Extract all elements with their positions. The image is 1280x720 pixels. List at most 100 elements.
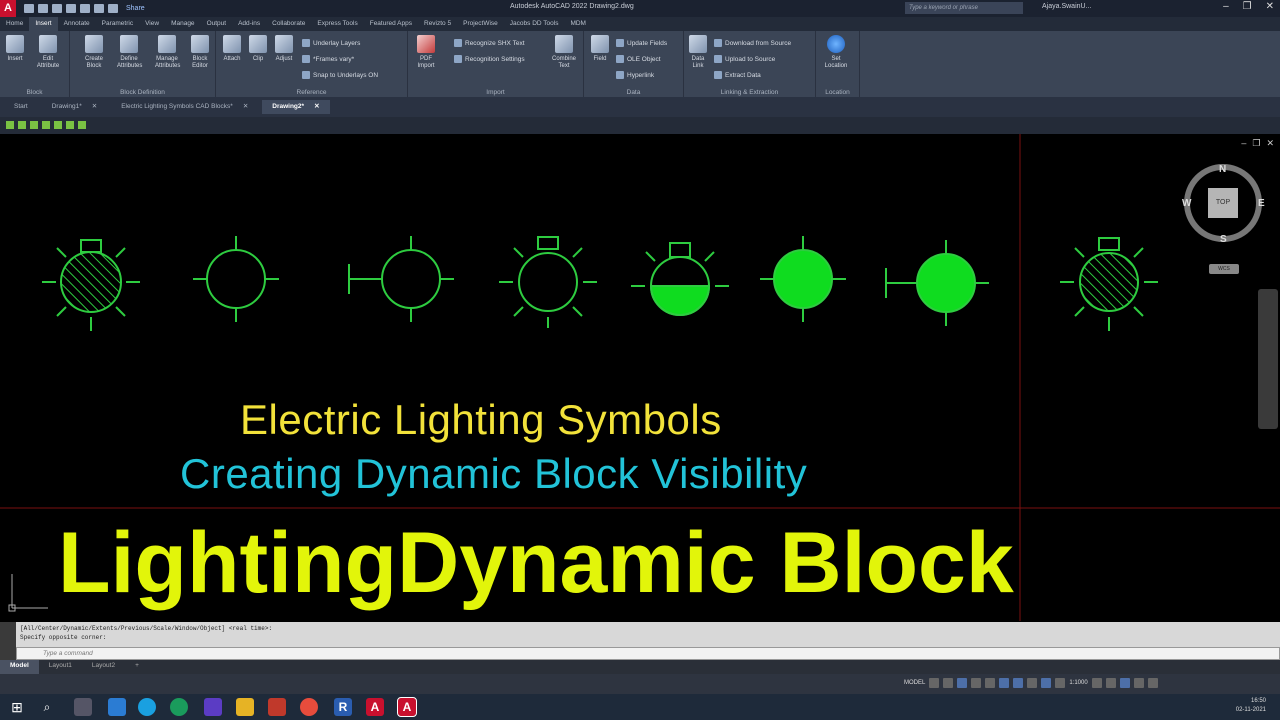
symbol-basic-lamp[interactable] (193, 236, 279, 322)
symbol-filled-lamp[interactable] (760, 236, 846, 322)
annotation-scale[interactable]: 1:1000 (1069, 680, 1087, 686)
symbol-hatched-lamp-copy[interactable] (1060, 237, 1158, 331)
open-icon[interactable] (38, 4, 48, 13)
frames-dropdown[interactable]: *Frames vary* (302, 55, 354, 63)
share-button[interactable]: Share (126, 5, 145, 12)
ribbon-tab-projectwise[interactable]: ProjectWise (457, 17, 504, 31)
ribbon-tab-output[interactable]: Output (201, 17, 233, 31)
close-viewport-icon[interactable]: ✕ (1266, 138, 1274, 149)
navigation-bar[interactable] (1258, 289, 1278, 429)
ribbon-tab-revizto-5[interactable]: Revizto 5 (418, 17, 457, 31)
symbol-filled-wall-lamp[interactable] (885, 240, 989, 326)
ribbon-tab-collaborate[interactable]: Collaborate (266, 17, 311, 31)
viewcube[interactable]: N S E W TOP (1180, 160, 1268, 248)
plus-icon[interactable] (1105, 678, 1116, 688)
adjust-button[interactable]: Adjust (272, 35, 296, 63)
save-as-icon[interactable] (66, 4, 76, 13)
transparency-icon[interactable] (1027, 678, 1038, 688)
file-explorer-icon[interactable] (236, 698, 254, 716)
search-icon[interactable]: ⌕ (38, 698, 56, 716)
outlook-icon[interactable] (108, 698, 126, 716)
minimize-viewport-icon[interactable]: – (1241, 138, 1246, 149)
hyperlink-button[interactable]: Hyperlink (616, 71, 654, 79)
wcs-menu[interactable]: WCS (1209, 264, 1239, 274)
restore-icon[interactable]: ❐ (1243, 1, 1252, 12)
tool-icon[interactable] (30, 121, 38, 129)
tool-icon[interactable] (78, 121, 86, 129)
tool-icon[interactable] (18, 121, 26, 129)
manage-attributes-button[interactable]: Manage Attributes (155, 35, 180, 70)
data-link-button[interactable]: Data Link (686, 35, 710, 70)
snap-underlays-dropdown[interactable]: Snap to Underlays ON (302, 71, 378, 79)
autocad-active-icon[interactable]: A (397, 697, 417, 717)
ribbon-tab-parametric[interactable]: Parametric (96, 17, 139, 31)
grid-icon[interactable] (929, 678, 940, 688)
search-input[interactable]: Type a keyword or phrase (905, 2, 1023, 14)
ribbon-tab-manage[interactable]: Manage (165, 17, 201, 31)
system-clock[interactable]: 16:50 02-11-2021 (1236, 697, 1266, 715)
recognize-shx-button[interactable]: Recognize SHX Text (454, 39, 525, 47)
ribbon-tab-home[interactable]: Home (0, 17, 29, 31)
command-line-handle[interactable] (0, 622, 16, 660)
polar-icon[interactable] (971, 678, 982, 688)
ribbon-tab-jacobs-dd-tools[interactable]: Jacobs DD Tools (504, 17, 565, 31)
symbol-emergency-lamp[interactable] (631, 242, 729, 316)
viewcube-top-face[interactable]: TOP (1208, 188, 1238, 218)
underlay-layers-button[interactable]: Underlay Layers (302, 39, 360, 47)
minimize-icon[interactable]: – (1223, 1, 1229, 12)
layout-tab-layout2[interactable]: Layout2 (82, 660, 125, 674)
layout-tab-layout1[interactable]: Layout1 (39, 660, 82, 674)
tool-icon[interactable] (6, 121, 14, 129)
workspace-icon[interactable] (1055, 678, 1066, 688)
document-tab[interactable]: Electric Lighting Symbols CAD Blocks* ✕ (111, 100, 258, 114)
tool-icon[interactable] (42, 121, 50, 129)
update-fields-button[interactable]: Update Fields (616, 39, 667, 47)
tool-icon[interactable] (66, 121, 74, 129)
field-button[interactable]: Field (588, 35, 612, 63)
symbol-hatched-lamp[interactable] (42, 239, 140, 331)
combine-text-button[interactable]: Combine Text (552, 35, 576, 70)
print-icon[interactable] (80, 4, 90, 13)
windows-start-icon[interactable]: ⊞ (8, 698, 26, 716)
ribbon-tab-view[interactable]: View (139, 17, 165, 31)
upload-source-button[interactable]: Upload to Source (714, 55, 775, 63)
save-icon[interactable] (52, 4, 62, 13)
revit-icon[interactable]: R (334, 698, 352, 716)
edge-icon[interactable] (138, 698, 156, 716)
chrome-icon[interactable] (300, 698, 318, 716)
command-input[interactable]: Type a command (16, 647, 1280, 660)
block-editor-button[interactable]: Block Editor (188, 35, 212, 70)
create-block-button[interactable]: Create Block (82, 35, 106, 70)
redo-icon[interactable] (108, 4, 118, 13)
autocad-icon[interactable]: A (366, 698, 384, 716)
close-icon[interactable]: ✕ (1266, 1, 1274, 12)
set-location-button[interactable]: Set Location (824, 35, 848, 70)
osnap-icon[interactable] (985, 678, 996, 688)
otrack-icon[interactable] (999, 678, 1010, 688)
pdf-import-button[interactable]: PDF Import (414, 35, 438, 70)
isolate-icon[interactable] (1119, 678, 1130, 688)
lineweight-icon[interactable] (1013, 678, 1024, 688)
close-tab-icon[interactable]: ✕ (314, 100, 319, 114)
ortho-icon[interactable] (957, 678, 968, 688)
symbol-wall-lamp[interactable] (348, 236, 454, 322)
attach-button[interactable]: Attach (220, 35, 244, 63)
ribbon-tab-insert[interactable]: Insert (29, 17, 58, 31)
document-tab[interactable]: Start (4, 100, 38, 114)
ole-object-button[interactable]: OLE Object (616, 55, 661, 63)
ribbon-tab-annotate[interactable]: Annotate (58, 17, 96, 31)
fullscreen-icon[interactable] (1133, 678, 1144, 688)
new-icon[interactable] (24, 4, 34, 13)
user-name[interactable]: Ajaya.SwainU... (1042, 3, 1091, 10)
ribbon-tab-featured-apps[interactable]: Featured Apps (364, 17, 418, 31)
snap-icon[interactable] (943, 678, 954, 688)
autocad-logo-icon[interactable]: A (0, 0, 16, 17)
document-tab[interactable]: Drawing2* ✕ (262, 100, 330, 114)
close-tab-icon[interactable]: ✕ (92, 100, 97, 114)
customize-icon[interactable] (1147, 678, 1158, 688)
insert-button[interactable]: Insert (3, 35, 27, 63)
add-layout-button[interactable]: + (125, 660, 149, 674)
layout-tab-model[interactable]: Model (0, 660, 39, 674)
drawing-canvas[interactable]: – ❐ ✕ N S E W TOP WCS Electric Lighting … (0, 134, 1280, 621)
model-space-button[interactable]: MODEL (904, 680, 925, 686)
